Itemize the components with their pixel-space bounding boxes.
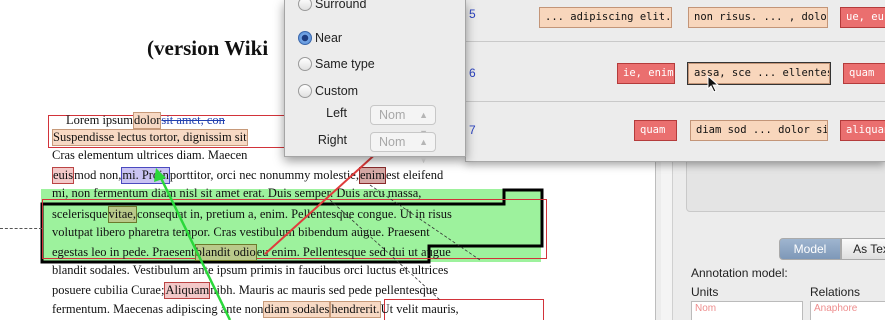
table-row[interactable]: 6 ie, enim assa, sce ... ellentesqu quam	[466, 50, 885, 100]
application-window: (version Wiki Lorem ipsum dolor sit amet…	[0, 0, 885, 320]
text-run: volutpat libero pharetra tempor. Cras ve…	[52, 225, 430, 239]
radio-label: Same type	[315, 57, 375, 71]
row-number: 5	[469, 7, 476, 21]
unit-suspendisse[interactable]: Suspendisse lectus tortor, dignissim sit	[52, 129, 248, 146]
text-run: Lorem ipsum	[66, 113, 134, 127]
text-line: Lorem ipsum dolor sit amet, con	[66, 112, 296, 129]
text-line: euismod non, mi. Proin porttitor, orci n…	[52, 167, 542, 184]
text-line: mi, non fermentum diam nisl sit amet era…	[52, 186, 542, 201]
unit-blandit-odio[interactable]: blandit odio	[194, 244, 257, 261]
list-item[interactable]: Nom	[695, 303, 799, 314]
table-row[interactable]: 7 quam diam sod ... dolor sit aliquan	[466, 108, 885, 158]
stepper-arrows-icon: ▲▼	[419, 137, 428, 165]
mouse-cursor-icon	[707, 75, 720, 93]
scrollbar[interactable]	[661, 150, 673, 320]
radio-surround[interactable]: Surround	[298, 0, 367, 13]
result-chip[interactable]: ... adipiscing elit. Sed	[539, 7, 672, 28]
unit-mi-proin[interactable]: mi. Proin	[121, 167, 170, 184]
result-chip[interactable]: ue, eu	[840, 7, 885, 28]
radio-near[interactable]: Near	[298, 29, 343, 47]
document-title: (version Wiki	[147, 36, 269, 60]
text-run: egestas leo in pede. Praesent	[52, 245, 195, 259]
result-chip[interactable]: quam	[634, 120, 677, 141]
tab-model[interactable]: Model	[779, 238, 841, 260]
table-row[interactable]: 5 ... adipiscing elit. Sed non risus. ..…	[466, 0, 885, 50]
radio-label: Surround	[315, 0, 367, 11]
text-line: egestas leo in pede. Praesent blandit od…	[52, 244, 542, 261]
unit-aliquam[interactable]: Aliquam	[164, 282, 211, 299]
text-run: posuere cubilia Curae;	[52, 283, 165, 297]
radio-button[interactable]	[298, 84, 312, 98]
result-chip[interactable]: quam	[843, 63, 885, 84]
text-run: Cras elementum ultrices diam. Maecen	[52, 148, 248, 162]
text-run-struck: sit amet, con	[161, 113, 225, 127]
tab-as-text[interactable]: As Tex	[841, 238, 885, 260]
text-run: nibh. Mauris ac mauris sed pede pellente…	[210, 283, 438, 297]
radio-label: Near	[315, 31, 343, 45]
left-type-select[interactable]: Nom ▲▼	[370, 105, 436, 138]
select-value: Nom	[379, 135, 406, 149]
units-list[interactable]: Nom	[691, 301, 803, 320]
text-run: blandit sodales. Vestibulum ante ipsum p…	[52, 263, 449, 277]
text-run: fermentum. Maecenas adipiscing ante non	[52, 302, 264, 316]
result-chip[interactable]: ie, enim	[617, 63, 675, 84]
surround-options-popup: Surround Near Same type Custom Left Nom …	[284, 0, 466, 165]
unit-hendrerit[interactable]: hendrerit.	[330, 301, 381, 318]
text-run: est eleifend	[385, 168, 444, 182]
row-divider	[466, 41, 885, 42]
text-run: eu enim. Pellentesque sed dui ut augue	[256, 245, 451, 259]
guide-line	[0, 228, 42, 229]
row-number: 7	[469, 123, 476, 137]
select-value: Nom	[379, 108, 406, 122]
text-line: scelerisque vitae, consequat in, pretium…	[52, 206, 542, 223]
row-divider	[466, 101, 885, 102]
result-chip[interactable]: diam sod ... dolor sit	[690, 120, 828, 141]
text-line: blandit sodales. Vestibulum ante ipsum p…	[52, 263, 542, 278]
text-run: Ut velit mauris,	[380, 302, 459, 316]
annotation-model-label: Annotation model:	[691, 266, 788, 280]
text-run: scelerisque	[52, 207, 108, 221]
right-label: Right	[317, 133, 347, 147]
text-run: mi, non fermentum diam nisl sit amet era…	[52, 186, 422, 200]
relations-list[interactable]: Anaphore	[810, 301, 885, 320]
radio-custom[interactable]: Custom	[298, 82, 359, 100]
row-number: 6	[469, 66, 476, 80]
text-run: consequat in, pretium a, enim. Pellentes…	[136, 207, 452, 221]
left-label: Left	[326, 106, 347, 120]
list-item[interactable]: Anaphore	[814, 303, 885, 314]
radio-button[interactable]	[298, 0, 312, 11]
radio-button[interactable]	[298, 57, 312, 71]
text-run: mod non,	[74, 168, 122, 182]
unit-diam-sodales[interactable]: diam sodales	[263, 301, 331, 318]
text-line: posuere cubilia Curae; Aliquam nibh. Mau…	[52, 282, 542, 299]
text-run: porttitor, orci nec nonummy molestie,	[169, 168, 359, 182]
radio-button-selected[interactable]	[298, 31, 312, 45]
result-chip[interactable]: aliquan	[840, 120, 885, 141]
unit-euismod[interactable]: euis	[52, 167, 75, 184]
unit-dolor[interactable]: dolor	[133, 112, 162, 129]
radio-same-type[interactable]: Same type	[298, 55, 375, 73]
unit-enim[interactable]: enim	[358, 167, 386, 184]
relations-label: Relations	[810, 285, 861, 299]
radio-label: Custom	[315, 84, 359, 98]
text-line: volutpat libero pharetra tempor. Cras ve…	[52, 225, 542, 240]
text-line: fermentum. Maecenas adipiscing ante non …	[52, 301, 542, 318]
right-type-select[interactable]: Nom ▲ ▼	[370, 132, 436, 165]
results-table: 5 ... adipiscing elit. Sed non risus. ..…	[465, 0, 885, 162]
result-chip[interactable]: non risus. ... , dolor. C	[688, 7, 828, 28]
unit-vitae[interactable]: vitae,	[107, 206, 137, 223]
units-label: Units	[691, 285, 719, 299]
